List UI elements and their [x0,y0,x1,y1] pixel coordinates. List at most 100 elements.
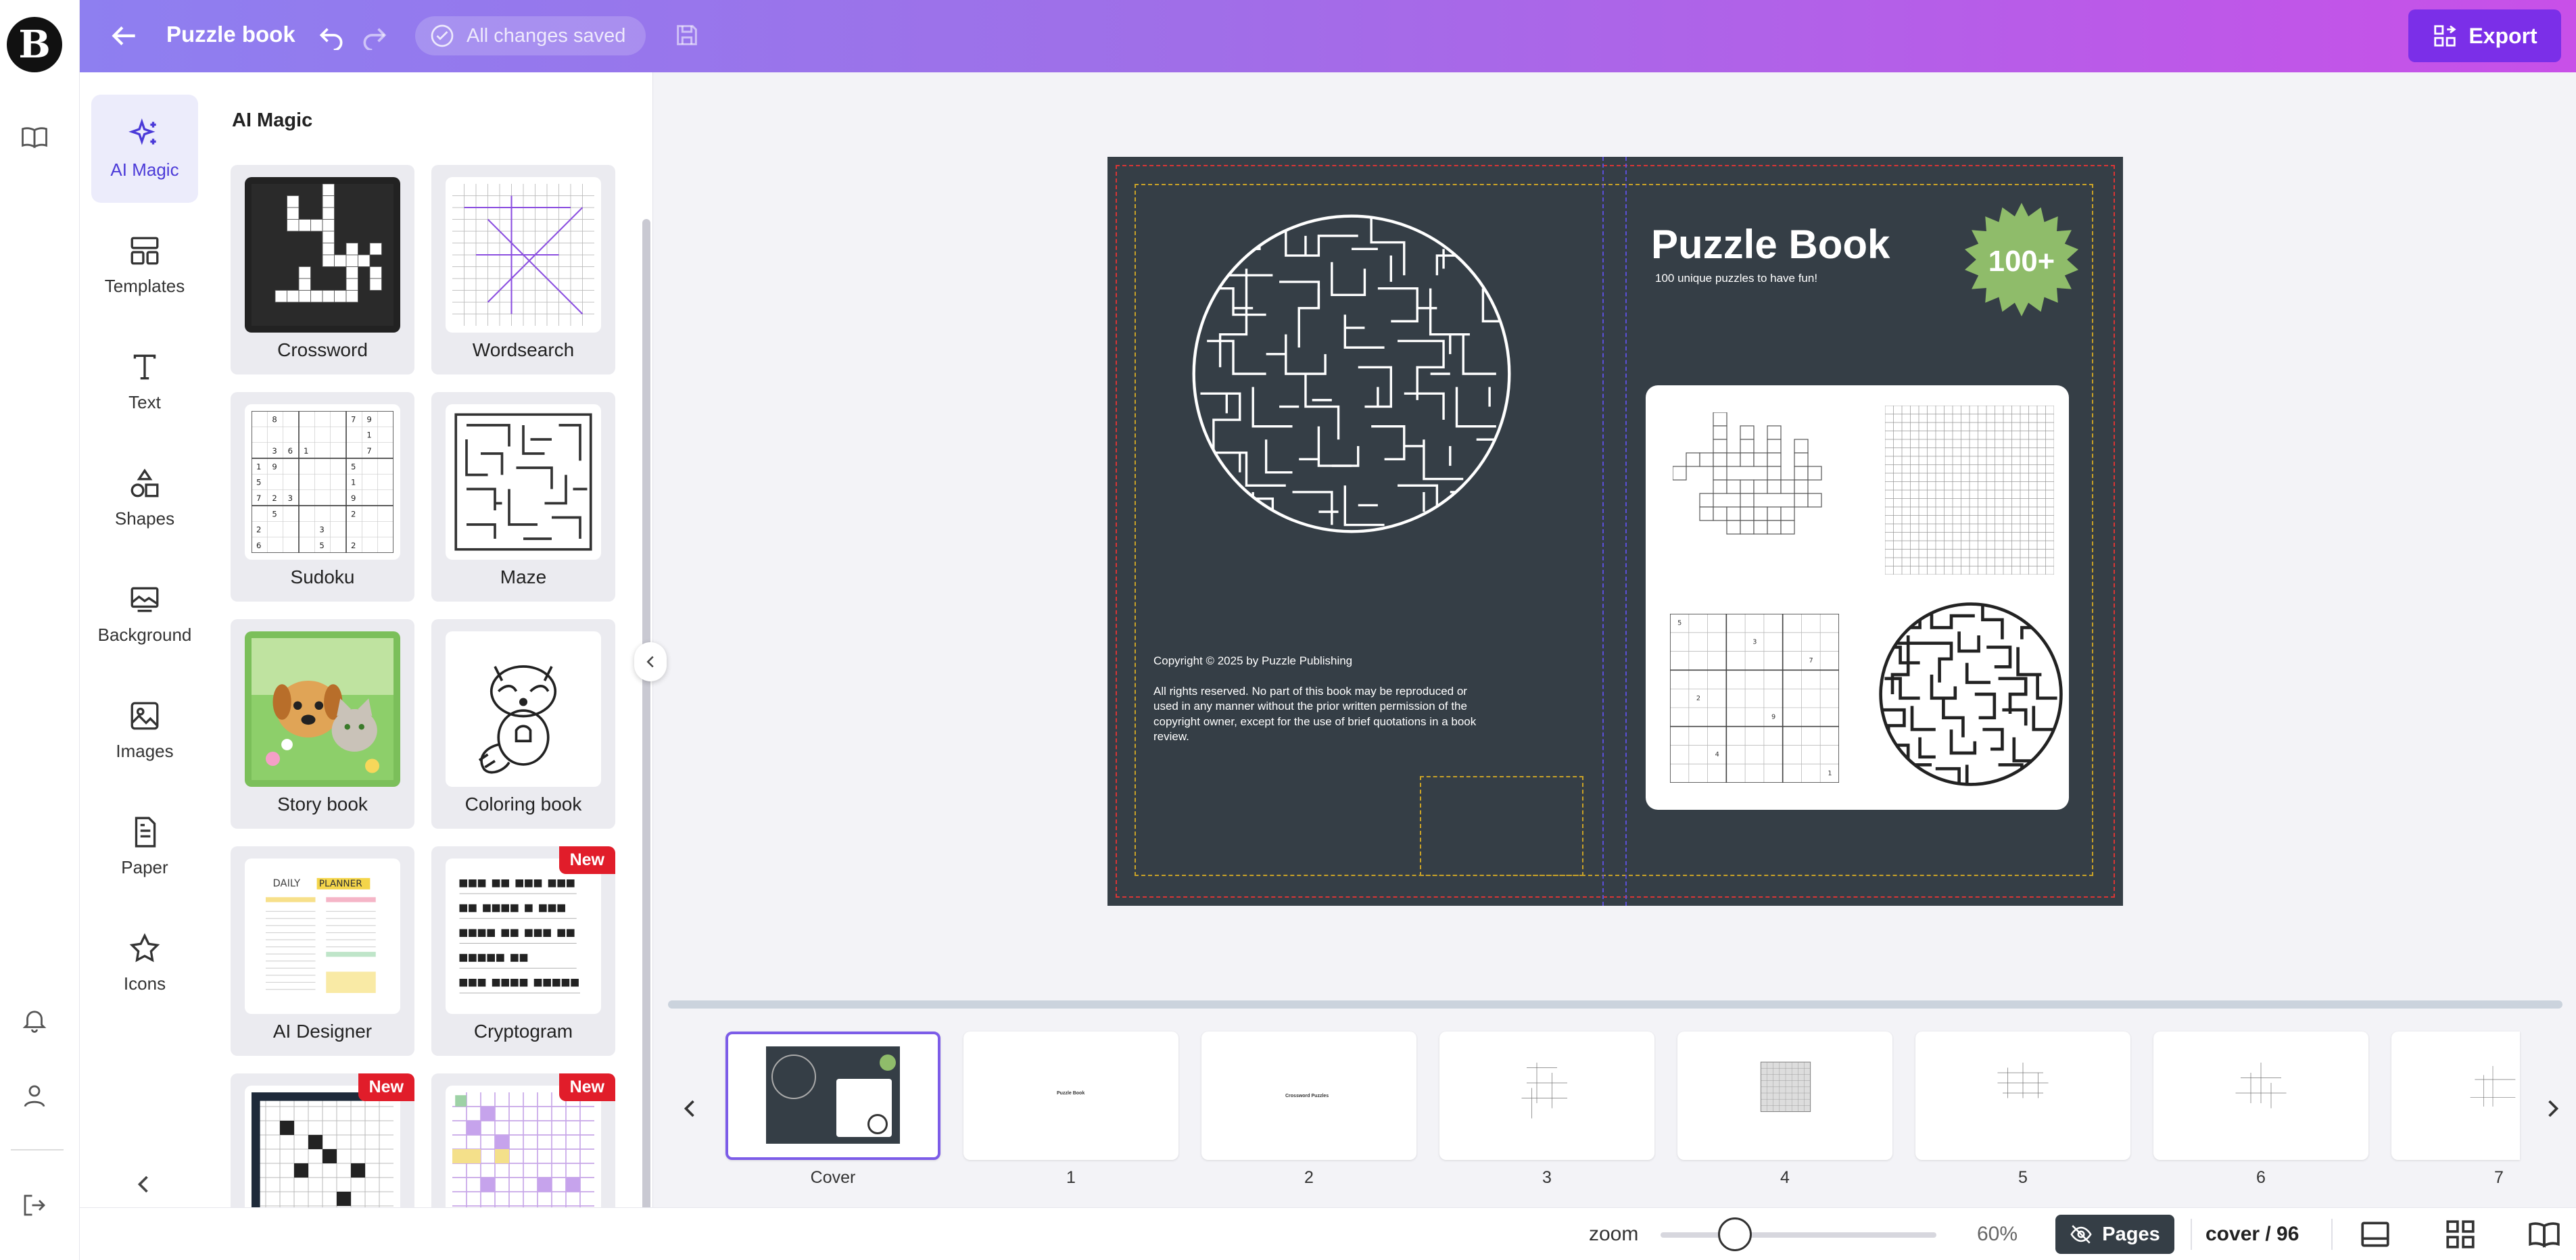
page-thumb-3[interactable] [1439,1032,1654,1160]
tool-label: AI Magic [110,159,179,180]
svg-text:5: 5 [1677,620,1681,627]
undo-icon[interactable] [316,20,346,50]
export-icon [2434,25,2456,47]
tool-templates[interactable]: Templates [91,211,198,319]
maze-thumbnail [446,404,601,560]
panel-scrollbar[interactable] [642,219,650,1260]
svg-text:2: 2 [1696,695,1700,702]
copyright-text[interactable]: Copyright © 2025 by Puzzle Publishing [1153,654,1352,668]
page-label: 1 [1066,1168,1076,1187]
page-label: 4 [1780,1168,1790,1187]
svg-text:7: 7 [366,446,371,456]
tool-label: Text [128,391,161,412]
svg-text:9: 9 [1771,714,1775,721]
rights-text[interactable]: All rights reserved. No part of this boo… [1153,684,1478,745]
svg-text:2: 2 [351,509,356,518]
page-label: 2 [1304,1168,1314,1187]
coloring-book-thumbnail [446,631,601,787]
save-icon[interactable] [673,22,700,49]
page-thumb-1[interactable]: Puzzle Book [963,1032,1178,1160]
document-title[interactable]: Puzzle book [166,22,295,47]
maze-preview [1879,602,2063,786]
new-badge: New [558,1073,615,1101]
tool-shapes[interactable]: Shapes [91,443,198,552]
svg-text:5: 5 [319,541,324,550]
shapes-icon [130,468,159,497]
cover-title[interactable]: Puzzle Book [1651,221,1890,268]
zoom-slider-track[interactable] [1661,1232,1936,1238]
tool-rail: AI Magic Templates Text Shapes Backgroun… [80,72,208,1260]
card-ai-designer[interactable]: DAILY PLANNER AI Designer [231,846,414,1056]
tool-images[interactable]: Images [91,676,198,784]
tool-background[interactable]: Background [91,560,198,668]
logout-icon[interactable] [18,1188,51,1222]
svg-text:1: 1 [304,446,308,456]
tool-label: Shapes [114,508,175,529]
canvas-horizontal-scrollbar[interactable] [668,1000,2562,1009]
cover-subtitle[interactable]: 100 unique puzzles to have fun! [1655,272,1817,285]
svg-text:9: 9 [272,462,277,471]
grid-view-icon[interactable] [2443,1217,2477,1251]
zoom-slider-thumb[interactable] [1718,1217,1752,1251]
starburst-badge[interactable]: 100+ [1965,203,2078,316]
app-logo[interactable]: B [7,17,62,72]
svg-text:1: 1 [351,478,356,487]
page-thumb-2[interactable]: Crossword Puzzles [1201,1032,1416,1160]
redo-icon[interactable] [360,20,389,50]
tool-label: Templates [104,275,185,296]
tool-ai-magic[interactable]: AI Magic [91,95,198,203]
book-view-icon[interactable] [2527,1217,2561,1251]
spine-guide [1602,157,1627,906]
card-wordsearch[interactable]: Wordsearch [431,165,615,374]
wordsearch-grid-icon [452,184,594,326]
page-thumb-7[interactable] [2391,1032,2520,1160]
panel-collapse-toggle[interactable] [634,642,667,681]
pages-toggle-button[interactable]: Pages [2055,1215,2174,1254]
crossword-thumbnail [245,177,400,333]
card-crossword[interactable]: Crossword [231,165,414,374]
barcode-placeholder[interactable] [1420,776,1583,876]
pages-next-icon[interactable] [2538,1094,2568,1123]
export-button[interactable]: Export [2408,9,2561,62]
new-badge: New [558,846,615,874]
puppy-kitten-illustration [252,638,393,780]
single-page-view-icon[interactable] [2358,1217,2392,1251]
card-label: Crossword [277,339,368,360]
tool-label: Icons [123,973,166,994]
page-counter: cover / 96 [2205,1223,2299,1245]
svg-text:5: 5 [256,478,261,487]
pages-prev-icon[interactable] [675,1094,705,1123]
card-story-book[interactable]: Story book [231,619,414,829]
story-book-thumbnail [245,631,400,787]
page-thumb-5[interactable] [1915,1032,2130,1160]
back-arrow-icon[interactable] [107,19,141,53]
page-thumb-4[interactable] [1677,1032,1892,1160]
svg-text:7: 7 [1809,657,1813,664]
svg-text:7: 7 [256,493,261,503]
paper-icon [135,817,156,847]
tool-text[interactable]: Text [91,327,198,435]
tool-paper[interactable]: Paper [91,792,198,900]
collapse-sidebar-icon[interactable] [128,1169,158,1199]
book-cover-canvas[interactable]: Puzzle Book 100 unique puzzles to have f… [1107,157,2123,906]
tool-icons[interactable]: Icons [91,908,198,1017]
svg-text:3: 3 [272,446,277,456]
text-icon [133,354,156,379]
new-badge: New [358,1073,414,1101]
page-thumb-cover[interactable] [725,1032,940,1160]
svg-text:8: 8 [272,414,277,424]
svg-text:3: 3 [1752,638,1757,646]
cryptogram-illustration [459,879,580,994]
book-icon[interactable] [18,120,51,154]
bell-icon[interactable] [18,1003,51,1037]
save-status-pill: All changes saved [415,16,646,55]
card-cryptogram[interactable]: Cryptogram New [431,846,615,1056]
card-sudoku[interactable]: 879136171955172395223652 Sudoku [231,392,414,602]
card-coloring-book[interactable]: Coloring book [431,619,615,829]
user-icon[interactable] [18,1079,51,1113]
puzzle-collage[interactable]: 5 3 7 2 9 4 1 [1646,385,2069,810]
page-thumb-6[interactable] [2153,1032,2368,1160]
svg-text:9: 9 [366,414,371,424]
svg-text:1: 1 [1828,770,1832,777]
card-maze[interactable]: Maze [431,392,615,602]
